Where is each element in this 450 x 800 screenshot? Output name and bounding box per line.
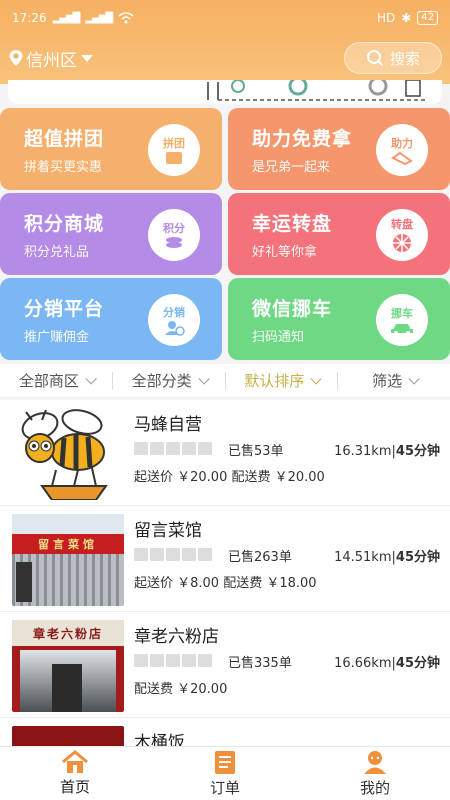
bluetooth-icon: ✱ <box>401 11 412 25</box>
store-item[interactable]: 马蜂自营 已售53单 16.31km|45分钟 起送价 ￥20.00 配送费 ￥… <box>0 400 450 506</box>
store-thumbnail: 留言菜馆 <box>12 514 124 606</box>
hd-indicator: HD <box>376 11 396 25</box>
delivery-fees: 起送价 ￥8.00 配送费 ￥18.00 <box>134 576 317 591</box>
points-icon: 积分 <box>148 209 200 261</box>
location-label: 信州区 <box>26 50 77 71</box>
feature-distribution[interactable]: 分销平台 推广赚佣金 分销 <box>0 278 222 360</box>
search-button[interactable]: 搜索 <box>344 42 442 74</box>
distance-time: 14.51km|45分钟 <box>334 550 440 565</box>
store-sign-text: 章老六粉店 <box>12 620 124 646</box>
store-name: 章老六粉店 <box>134 627 219 647</box>
store-item[interactable]: 留言菜馆 留言菜馆 已售263单 14.51km|45分钟 起送价 ￥8.00 … <box>0 506 450 612</box>
banner-illustration <box>207 80 428 101</box>
location-pin-icon <box>9 50 23 66</box>
filter-bar: 全部商区 全部分类 默认排序 筛选 <box>0 364 450 398</box>
wheel-icon: 转盘 <box>376 209 428 261</box>
car-icon: 挪车 <box>376 294 428 346</box>
store-thumbnail: 章老六粉店 <box>12 620 124 712</box>
search-icon <box>366 50 384 67</box>
header-bar: 17:26 ▂▄▆█ ▂▄▆█ HD ✱ 42 信州区 搜索 <box>0 0 450 84</box>
sold-count: 已售53单 <box>228 444 284 459</box>
app-header: 信州区 搜索 <box>0 38 450 78</box>
filter-screen[interactable]: 筛选 <box>338 370 450 391</box>
user-icon <box>364 751 386 774</box>
filter-label: 默认排序 <box>244 372 305 390</box>
group-buy-icon: 拼团 <box>148 124 200 176</box>
signal-icon: ▂▄▆█ <box>52 12 81 24</box>
feature-lucky-wheel[interactable]: 幸运转盘 好礼等你拿 转盘 <box>228 193 450 275</box>
filter-district[interactable]: 全部商区 <box>0 370 112 391</box>
order-list-icon <box>215 751 235 774</box>
filter-sort[interactable]: 默认排序 <box>226 370 338 391</box>
bee-logo-icon <box>21 409 108 500</box>
store-thumbnail <box>12 408 124 500</box>
delivery-fees: 配送费 ￥20.00 <box>134 682 228 697</box>
rating-stars <box>134 654 212 667</box>
store-name: 马蜂自营 <box>134 415 202 435</box>
feature-icon-label: 拼团 <box>163 137 185 150</box>
help-free-icon: 助力 <box>376 124 428 176</box>
filter-label: 全部分类 <box>131 372 192 390</box>
feature-grid: 超值拼团 拼着买更实惠 拼团 助力免费拿 是兄弟一起来 助力 积分商城 积分兑礼… <box>0 108 450 360</box>
store-sign-text: 留言菜馆 <box>12 534 124 554</box>
store-item[interactable]: 章老六粉店 章老六粉店 已售335单 16.66km|45分钟 配送费 ￥20.… <box>0 612 450 718</box>
location-selector[interactable]: 信州区 <box>8 46 93 71</box>
rating-stars <box>134 442 212 455</box>
nav-home[interactable]: 首页 <box>0 747 150 800</box>
nav-profile[interactable]: 我的 <box>300 747 450 800</box>
store-name: 留言菜馆 <box>134 521 202 541</box>
nav-label: 订单 <box>209 779 240 797</box>
distribution-icon: 分销 <box>148 294 200 346</box>
store-item[interactable]: 木桶饭 <box>0 718 450 746</box>
status-time: 17:26 <box>12 11 47 25</box>
feature-group-buy[interactable]: 超值拼团 拼着买更实惠 拼团 <box>0 108 222 190</box>
chevron-down-icon <box>198 372 210 385</box>
chevron-down-icon <box>310 372 323 385</box>
search-label: 搜索 <box>389 49 420 68</box>
feature-icon-label: 分销 <box>163 306 185 319</box>
feature-icon-label: 挪车 <box>391 307 413 320</box>
store-list: 马蜂自营 已售53单 16.31km|45分钟 起送价 ￥20.00 配送费 ￥… <box>0 400 450 746</box>
nav-label: 我的 <box>359 779 390 797</box>
signal-icon-2: ▂▄▆█ <box>85 12 113 24</box>
chevron-down-icon <box>408 372 420 385</box>
caret-down-icon <box>81 54 93 62</box>
chevron-down-icon <box>85 372 97 385</box>
sold-count: 已售263单 <box>228 550 292 565</box>
feature-points-mall[interactable]: 积分商城 积分兑礼品 积分 <box>0 193 222 275</box>
delivery-fees: 起送价 ￥20.00 配送费 ￥20.00 <box>134 470 325 485</box>
rating-stars <box>134 548 212 561</box>
feature-move-car[interactable]: 微信挪车 扫码通知 挪车 <box>228 278 450 360</box>
filter-label: 筛选 <box>372 372 403 390</box>
wifi-icon <box>118 12 134 24</box>
feature-icon-label: 积分 <box>163 222 185 235</box>
feature-icon-label: 转盘 <box>391 218 413 231</box>
feature-help-free[interactable]: 助力免费拿 是兄弟一起来 助力 <box>228 108 450 190</box>
filter-label: 全部商区 <box>18 372 79 390</box>
home-icon <box>62 750 88 773</box>
status-bar: 17:26 ▂▄▆█ ▂▄▆█ HD ✱ 42 <box>0 0 450 36</box>
store-name: 木桶饭 <box>134 733 185 746</box>
sold-count: 已售335单 <box>228 656 292 671</box>
distance-time: 16.66km|45分钟 <box>334 656 440 671</box>
store-thumbnail <box>12 726 124 746</box>
promo-banner[interactable] <box>8 80 442 104</box>
bottom-nav: 首页 订单 我的 <box>0 746 450 800</box>
battery-icon: 42 <box>417 11 438 25</box>
nav-orders[interactable]: 订单 <box>150 747 300 800</box>
feature-icon-label: 助力 <box>391 137 413 150</box>
distance-time: 16.31km|45分钟 <box>334 444 440 459</box>
filter-category[interactable]: 全部分类 <box>113 370 225 391</box>
nav-label: 首页 <box>59 778 90 796</box>
